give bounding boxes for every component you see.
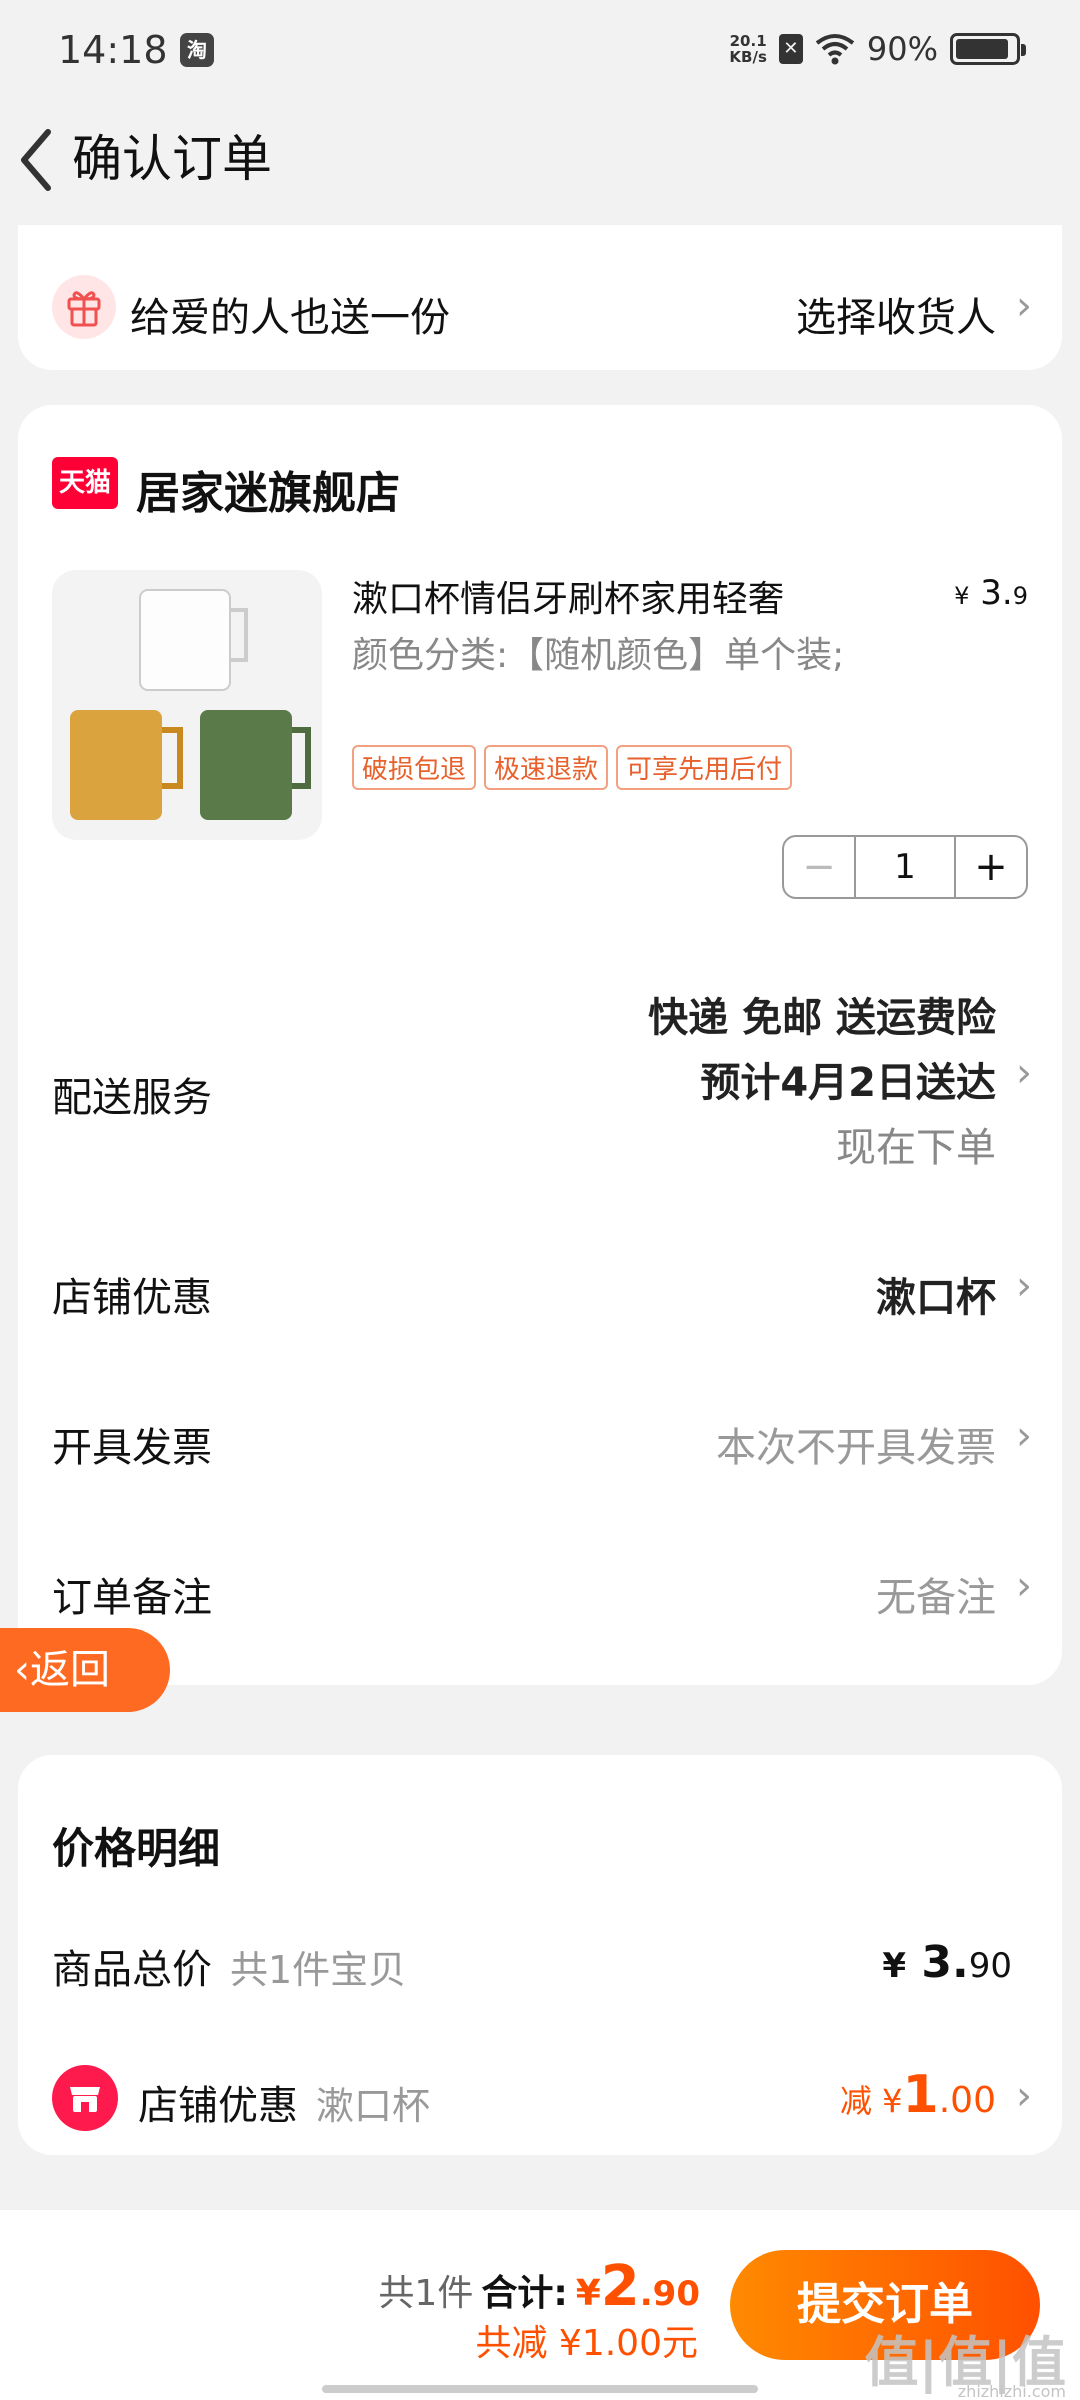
chevron-right-icon: › [1016, 283, 1032, 329]
total-label: 合计: [481, 2273, 568, 2314]
gift-icon [52, 275, 116, 339]
back-arrow-icon[interactable] [14, 120, 58, 200]
goods-total-label: 商品总价 共1件宝贝 [52, 1947, 407, 1993]
chevron-right-icon: › [1016, 1050, 1032, 1096]
shop-discount-row-label: 店铺优惠 漱口杯 [138, 2083, 431, 2129]
chevron-right-icon: › [1016, 2073, 1032, 2119]
product-title[interactable]: 漱口杯情侣牙刷杯家用轻奢 [352, 570, 784, 622]
price-detail-heading: 价格明细 [52, 1824, 221, 1873]
order-remark-value[interactable]: 无备注 [876, 1565, 996, 1623]
chevron-right-icon: › [1016, 1563, 1032, 1609]
chevron-right-icon: › [1016, 1413, 1032, 1459]
discount-amount[interactable]: 减 ¥1.00 [840, 2065, 996, 2125]
floating-back-button[interactable]: ‹返回 [0, 1628, 170, 1712]
shop-icon [52, 2065, 118, 2131]
shop-discount-value[interactable]: 漱口杯 [876, 1265, 996, 1323]
tmall-logo: 天猫 [52, 457, 118, 509]
taobao-app-icon: 淘 [180, 33, 214, 67]
delivery-eta[interactable]: 预计4月2日送达 [700, 1050, 996, 1108]
order-remark-label: 订单备注 [52, 1575, 212, 1621]
battery-percent: 90% [866, 30, 938, 68]
gift-text: 给爱的人也送一份 [130, 295, 450, 341]
shop-discount-label: 店铺优惠 [52, 1275, 212, 1321]
order-card: 天猫 居家迷旗舰店 漱口杯情侣牙刷杯家用轻奢 ¥ 3.9 颜色分类:【随机颜色】… [18, 405, 1062, 1685]
status-bar: 14:18 淘 20.1 KB/s ✕ 90% [0, 0, 1080, 100]
goods-total-price: ¥ 3.90 [882, 1937, 1012, 1988]
decrease-button[interactable]: − [784, 837, 854, 897]
product-image[interactable] [52, 570, 322, 840]
delivery-note: 现在下单 [836, 1125, 996, 1171]
increase-button[interactable]: + [956, 837, 1026, 897]
delivery-method[interactable]: 快递 免邮 送运费险 [648, 985, 996, 1043]
chevron-left-icon: ‹ [14, 1647, 30, 1693]
home-indicator[interactable] [322, 2385, 758, 2393]
tag-damage-refund: 破损包退 [352, 745, 477, 790]
delivery-label: 配送服务 [52, 1075, 212, 1121]
chevron-right-icon: › [1016, 1263, 1032, 1309]
no-sim-icon: ✕ [778, 34, 803, 64]
gift-send-row[interactable]: 给爱的人也送一份 选择收货人 › [18, 225, 1062, 370]
quantity-input[interactable]: 1 [854, 837, 956, 897]
choose-recipient-link[interactable]: 选择收货人 [796, 285, 996, 343]
product-spec: 颜色分类:【随机颜色】单个装; [352, 635, 845, 676]
invoice-value[interactable]: 本次不开具发票 [716, 1415, 996, 1473]
price-detail-card: 价格明细 商品总价 共1件宝贝 ¥ 3.90 店铺优惠 漱口杯 减 ¥1.00 › [18, 1755, 1062, 2155]
service-tags: 破损包退 极速退款 可享先用后付 [352, 745, 793, 790]
page-title: 确认订单 [72, 130, 272, 188]
status-time: 14:18 [58, 28, 168, 72]
invoice-label: 开具发票 [52, 1425, 212, 1471]
total-price: ¥2.90 [575, 2254, 700, 2319]
order-summary: 共1件 合计: ¥2.90 [378, 2254, 700, 2319]
shop-name[interactable]: 居家迷旗舰店 [136, 457, 400, 521]
wifi-icon [815, 34, 855, 65]
item-count: 共1件 [378, 2273, 474, 2314]
quantity-stepper: − 1 + [782, 835, 1028, 899]
product-price: ¥ 3.9 [954, 573, 1028, 613]
tag-pay-later: 可享先用后付 [616, 745, 793, 790]
net-speed: 20.1 KB/s [729, 32, 767, 66]
nav-bar: 确认订单 [0, 110, 1080, 210]
tag-fast-refund: 极速退款 [484, 745, 609, 790]
watermark-url: zhizhizhi.com [957, 2382, 1066, 2400]
bottom-checkout-bar: 共1件 合计: ¥2.90 共减 ¥1.00元 提交订单 值|值|值 zhizh… [0, 2210, 1080, 2400]
total-saved: 共减 ¥1.00元 [475, 2323, 698, 2364]
battery-icon [950, 33, 1026, 65]
